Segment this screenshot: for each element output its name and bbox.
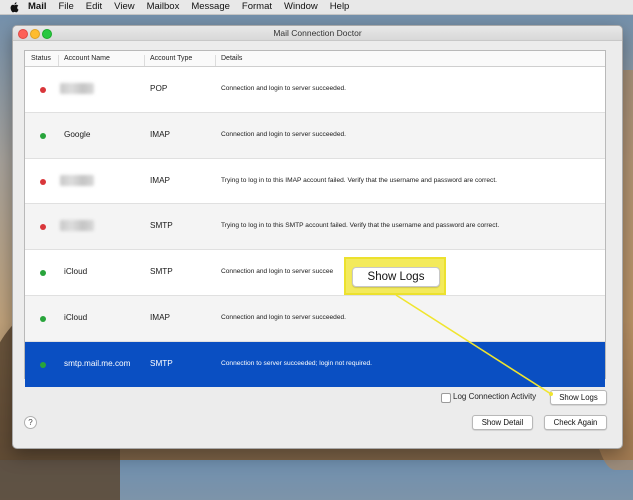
- table-row[interactable]: POP Connection and login to server succee…: [25, 67, 605, 113]
- status-indicator-icon: [40, 270, 46, 277]
- account-type-cell: SMTP: [150, 358, 173, 368]
- status-indicator-icon: [40, 178, 46, 185]
- status-indicator-icon: [40, 315, 46, 322]
- status-indicator-icon: [40, 224, 46, 231]
- column-divider: [215, 55, 216, 66]
- callout-show-logs-button: Show Logs: [352, 267, 440, 287]
- zoom-window-button[interactable]: [42, 29, 52, 39]
- column-divider: [58, 55, 59, 66]
- window-title: Mail Connection Doctor: [273, 28, 362, 38]
- details-cell: Trying to log in to this IMAP account fa…: [221, 176, 497, 184]
- show-detail-button[interactable]: Show Detail: [472, 415, 533, 430]
- accounts-table: Status Account Name Account Type Details…: [24, 50, 606, 387]
- column-divider: [144, 55, 145, 66]
- close-window-button[interactable]: [18, 29, 28, 39]
- details-cell: Connection and login to server succee: [221, 268, 334, 276]
- table-row[interactable]: iCloud IMAP Connection and login to server…: [25, 295, 605, 342]
- status-indicator-icon: [40, 87, 46, 93]
- minimize-window-button[interactable]: [30, 29, 40, 39]
- details-cell: Connection to server succeeded; login no…: [221, 359, 373, 367]
- menu-view[interactable]: View: [114, 0, 134, 14]
- column-header-account-name[interactable]: Account Name: [64, 55, 110, 62]
- table-row[interactable]: SMTP Trying to log in to this SMTP accoun…: [25, 204, 605, 251]
- table-body: POP Connection and login to server succee…: [25, 67, 605, 387]
- log-activity-checkbox[interactable]: [441, 393, 451, 403]
- menu-format[interactable]: Format: [242, 0, 272, 14]
- details-cell: Trying to log in to this SMTP account fa…: [221, 222, 500, 230]
- account-type-cell: POP: [150, 84, 168, 93]
- table-row[interactable]: iCloud SMTP Connection and login to server…: [25, 250, 605, 296]
- account-name-cell: Google: [64, 129, 91, 139]
- table-row[interactable]: Google IMAP Connection and login to server…: [25, 112, 605, 159]
- show-logs-callout: Show Logs: [344, 257, 446, 295]
- show-logs-button[interactable]: Show Logs: [550, 390, 607, 405]
- window-titlebar: Mail Connection Doctor: [13, 26, 622, 41]
- menu-edit[interactable]: Edit: [86, 0, 102, 14]
- account-type-cell: IMAP: [150, 175, 171, 185]
- status-indicator-icon: [40, 361, 46, 368]
- account-name-cell: smtp.mail.me.com: [64, 358, 131, 368]
- connection-doctor-window: Mail Connection Doctor Status Account Na…: [12, 25, 623, 449]
- table-row[interactable]: smtp.mail.me.com SMTP Connection to server…: [25, 341, 605, 387]
- obscured-account-name: [60, 220, 94, 232]
- details-cell: Connection and login to server succeeded…: [221, 313, 346, 321]
- account-type-cell: SMTP: [150, 221, 173, 231]
- check-again-button[interactable]: Check Again: [544, 415, 607, 430]
- account-type-cell: SMTP: [150, 267, 173, 277]
- menu-mail[interactable]: Mail: [28, 0, 46, 14]
- obscured-account-name: [60, 83, 94, 94]
- account-name-cell: iCloud: [64, 267, 88, 277]
- menu-mailbox[interactable]: Mailbox: [147, 0, 180, 14]
- account-type-cell: IMAP: [150, 129, 171, 139]
- status-indicator-icon: [40, 132, 46, 139]
- details-cell: Connection and login to server succeeded…: [221, 85, 346, 92]
- menu-window[interactable]: Window: [284, 0, 318, 14]
- help-button[interactable]: ?: [24, 416, 37, 429]
- table-row[interactable]: IMAP Trying to log in to this IMAP accoun…: [25, 159, 605, 205]
- column-header-account-type[interactable]: Account Type: [150, 55, 192, 62]
- account-name-cell: iCloud: [64, 312, 88, 322]
- menu-help[interactable]: Help: [330, 0, 350, 14]
- menu-message[interactable]: Message: [191, 0, 230, 14]
- menu-bar: Mail File Edit View Mailbox Message Form…: [0, 0, 633, 15]
- apple-icon[interactable]: [10, 1, 20, 13]
- menu-file[interactable]: File: [58, 0, 73, 14]
- account-type-cell: IMAP: [150, 312, 171, 322]
- table-header: Status Account Name Account Type Details: [25, 51, 605, 67]
- column-header-status[interactable]: Status: [31, 55, 51, 62]
- column-header-details[interactable]: Details: [221, 55, 242, 62]
- obscured-account-name: [60, 174, 94, 186]
- log-activity-label[interactable]: Log Connection Activity: [453, 392, 536, 401]
- details-cell: Connection and login to server succeeded…: [221, 130, 346, 138]
